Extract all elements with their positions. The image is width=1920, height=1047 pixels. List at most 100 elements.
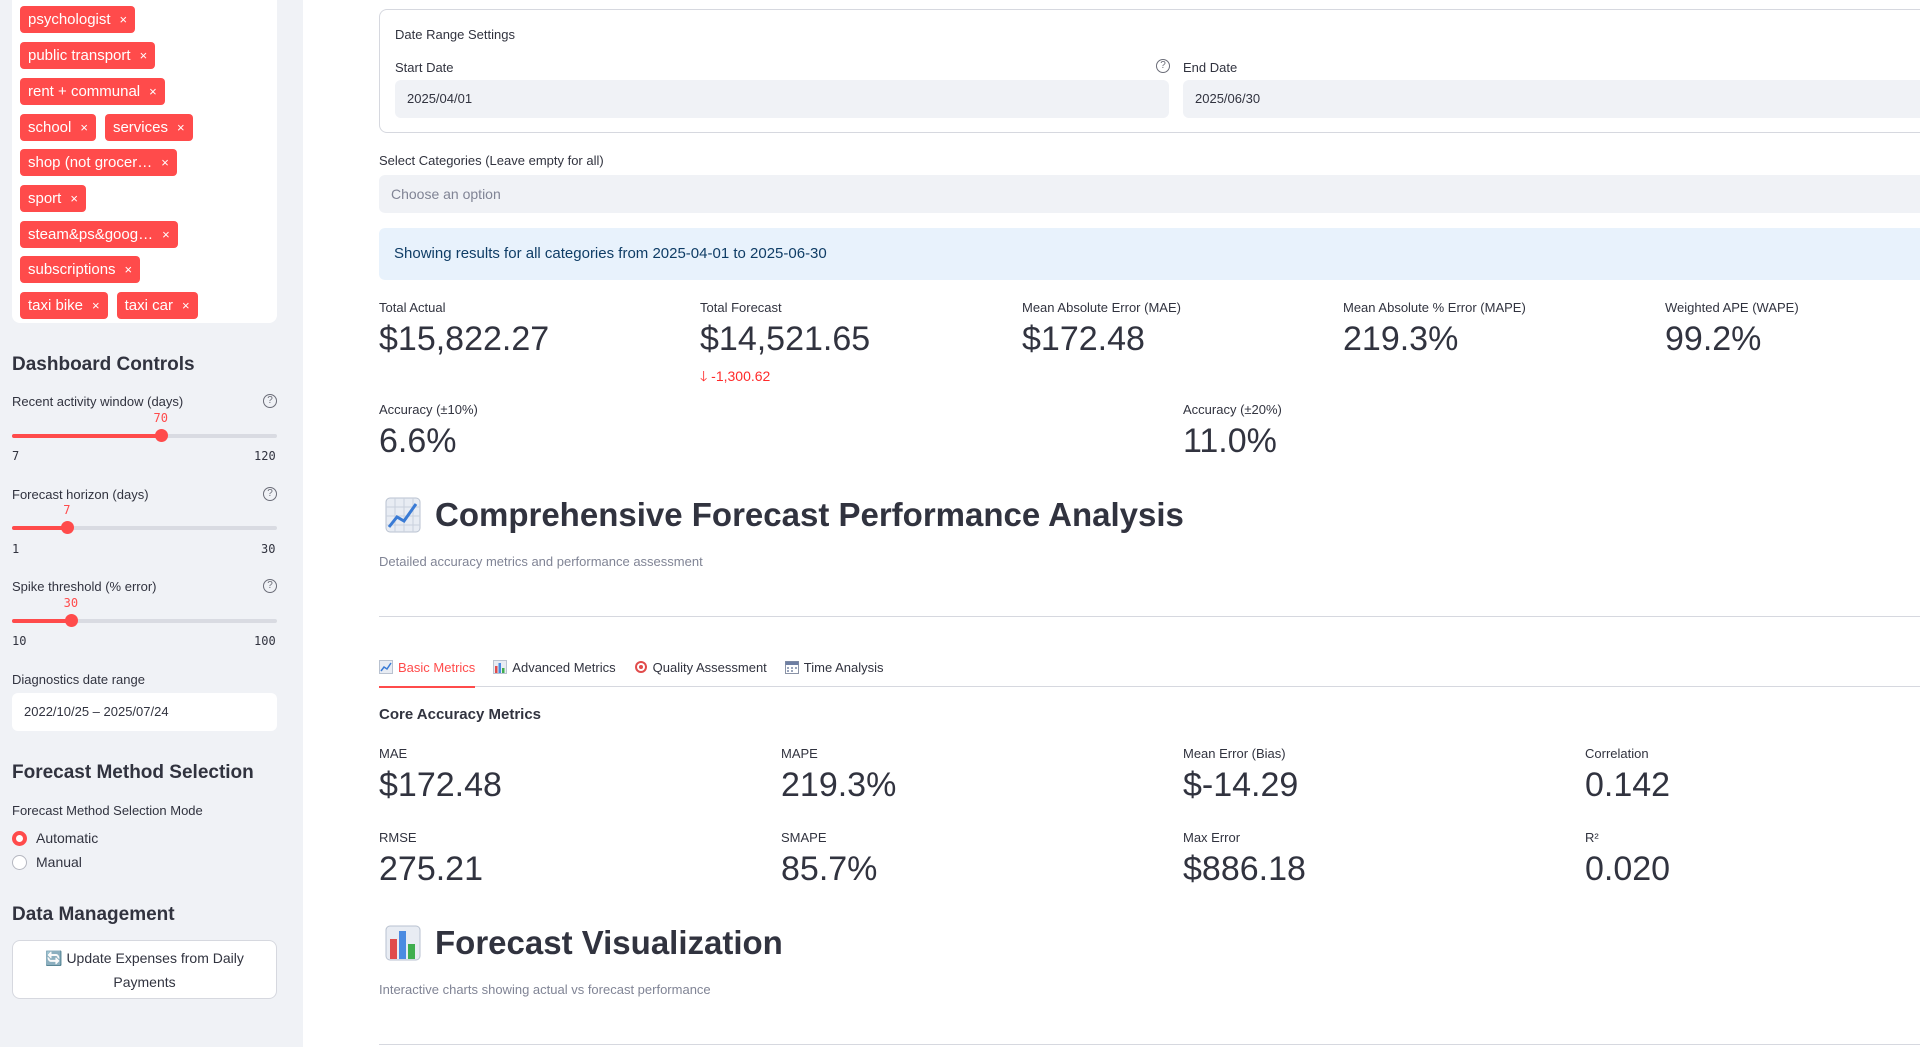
category-tag: psychologist × [20,6,136,33]
remove-tag-icon[interactable]: × [80,114,88,141]
help-icon[interactable]: ? [263,487,277,501]
forecast-horizon-slider[interactable]: 7 [12,503,277,534]
metric-value: $-14.29 [1183,766,1299,804]
tag-row: shop (not grocer… × [20,149,177,176]
help-icon[interactable]: ? [263,579,277,593]
metric-delta: 🡓 -1,300.62 [700,366,770,390]
remove-tag-icon[interactable]: × [125,256,133,283]
tag-row: rent + communal × [20,78,165,105]
end-date-label: End Date [1183,60,1238,75]
bar-chart-icon [493,660,508,674]
metric-label: Total Forecast [700,300,782,315]
slider-handle[interactable] [60,521,74,534]
category-tag: rent + communal × [20,78,165,105]
tag-label: public transport [28,47,131,64]
help-icon[interactable]: ? [1156,59,1170,73]
slider-min: 10 [12,634,27,648]
start-date-input[interactable]: 2025/04/01 [395,80,1169,118]
date-settings-title: Date Range Settings [395,27,515,42]
category-tag: shop (not grocer… × [20,149,177,176]
remove-tag-icon[interactable]: × [120,6,128,33]
categories-label: Select Categories (Leave empty for all) [379,153,604,168]
tag-row: subscriptions × [20,256,141,283]
tab-label: Time Analysis [803,660,884,675]
tab-time-analysis[interactable]: Time Analysis [784,657,884,687]
remove-tag-icon[interactable]: × [140,42,148,69]
tab-label: Basic Metrics [398,660,476,675]
remove-tag-icon[interactable]: × [182,292,190,319]
forecast-method-title: Forecast Method Selection [12,762,254,783]
chart-up-icon [379,660,393,674]
metrics-tabs: Basic Metrics Advanced Metrics Quality A… [379,657,1920,688]
tag-label: rent + communal [28,83,141,100]
metric-value: $172.48 [379,766,502,804]
update-expenses-button[interactable]: 🔄 Update Expenses from Daily Payments [12,940,277,999]
remove-tag-icon[interactable]: × [70,185,78,212]
metric-value: 0.142 [1585,766,1671,804]
metric-value: 275.21 [379,850,483,888]
divider [379,1044,1920,1045]
radio-label: Automatic [36,830,99,846]
metric-label: Mean Absolute % Error (MAPE) [1343,300,1526,315]
metric-label: Max Error [1183,830,1241,845]
radio-manual[interactable]: Manual [12,854,82,870]
metric-label: RMSE [379,830,417,845]
slider-handle[interactable] [64,614,78,627]
info-alert: Showing results for all categories from … [379,228,1920,280]
remove-tag-icon[interactable]: × [149,78,157,105]
metric-label: Weighted APE (WAPE) [1665,300,1799,315]
metric-label: Mean Error (Bias) [1183,746,1286,761]
end-date-input[interactable]: 2025/06/30 [1183,80,1920,118]
remove-tag-icon[interactable]: × [161,149,169,176]
metric-value: 85.7% [781,850,878,888]
tab-label: Quality Assessment [652,660,767,675]
tab-basic-metrics[interactable]: Basic Metrics [379,657,476,688]
mode-label: Forecast Method Selection Mode [12,803,203,818]
metric-value: $886.18 [1183,850,1306,888]
tag-label: taxi car [124,297,173,314]
slider-value: 7 [63,503,71,517]
metric-label: R² [1585,830,1599,845]
remove-tag-icon[interactable]: × [177,114,185,141]
slider-label-forecast-horizon: Forecast horizon (days) [12,487,149,502]
categories-select[interactable]: Choose an option [379,175,1920,213]
metric-value: 99.2% [1665,320,1762,358]
remove-tag-icon[interactable]: × [92,292,100,319]
diagnostics-date-input[interactable]: 2022/10/25 – 2025/07/24 [12,693,277,731]
spike-threshold-slider[interactable]: 30 [12,596,277,627]
metric-label: Accuracy (±10%) [379,402,478,417]
tab-label: Advanced Metrics [512,660,616,675]
slider-handle[interactable] [154,429,168,442]
bar-chart-icon [385,925,421,961]
start-date-label: Start Date [395,60,454,75]
metric-label: Mean Absolute Error (MAE) [1022,300,1181,315]
metric-label: MAE [379,746,408,761]
metric-label: Accuracy (±20%) [1183,402,1282,417]
tag-label: taxi bike [28,297,84,314]
sidebar: psychologist × public transport × rent + com… [0,0,303,1047]
tab-advanced-metrics[interactable]: Advanced Metrics [493,657,616,687]
analysis-heading: Comprehensive Forecast Performance Analy… [385,496,1184,534]
radio-selected-icon [12,830,27,846]
main-content: Date Range Settings Start Date ? 2025/04… [303,0,1920,1047]
metric-label: Total Actual [379,300,446,315]
help-icon[interactable]: ? [263,394,277,408]
category-tag: services × [104,114,193,141]
tag-label: steam&ps&goog… [28,226,154,243]
tag-row: steam&ps&goog… × [20,221,178,248]
diagnostics-label: Diagnostics date range [12,672,145,687]
metric-label: MAPE [781,746,818,761]
tag-label: shop (not grocer… [28,154,153,171]
radio-automatic[interactable]: Automatic [12,830,98,846]
tab-quality-assessment[interactable]: Quality Assessment [634,657,767,687]
remove-tag-icon[interactable]: × [162,221,170,248]
recent-activity-slider[interactable]: 70 [12,411,277,442]
slider-value: 70 [153,411,168,425]
data-management-title: Data Management [12,904,175,925]
radio-label: Manual [36,854,82,870]
category-multiselect[interactable]: psychologist × public transport × rent + com… [12,0,277,323]
metric-value: $172.48 [1022,320,1145,358]
visualization-heading: Forecast Visualization [385,924,783,962]
analysis-caption: Detailed accuracy metrics and performanc… [379,554,703,569]
calendar-icon [784,661,799,674]
